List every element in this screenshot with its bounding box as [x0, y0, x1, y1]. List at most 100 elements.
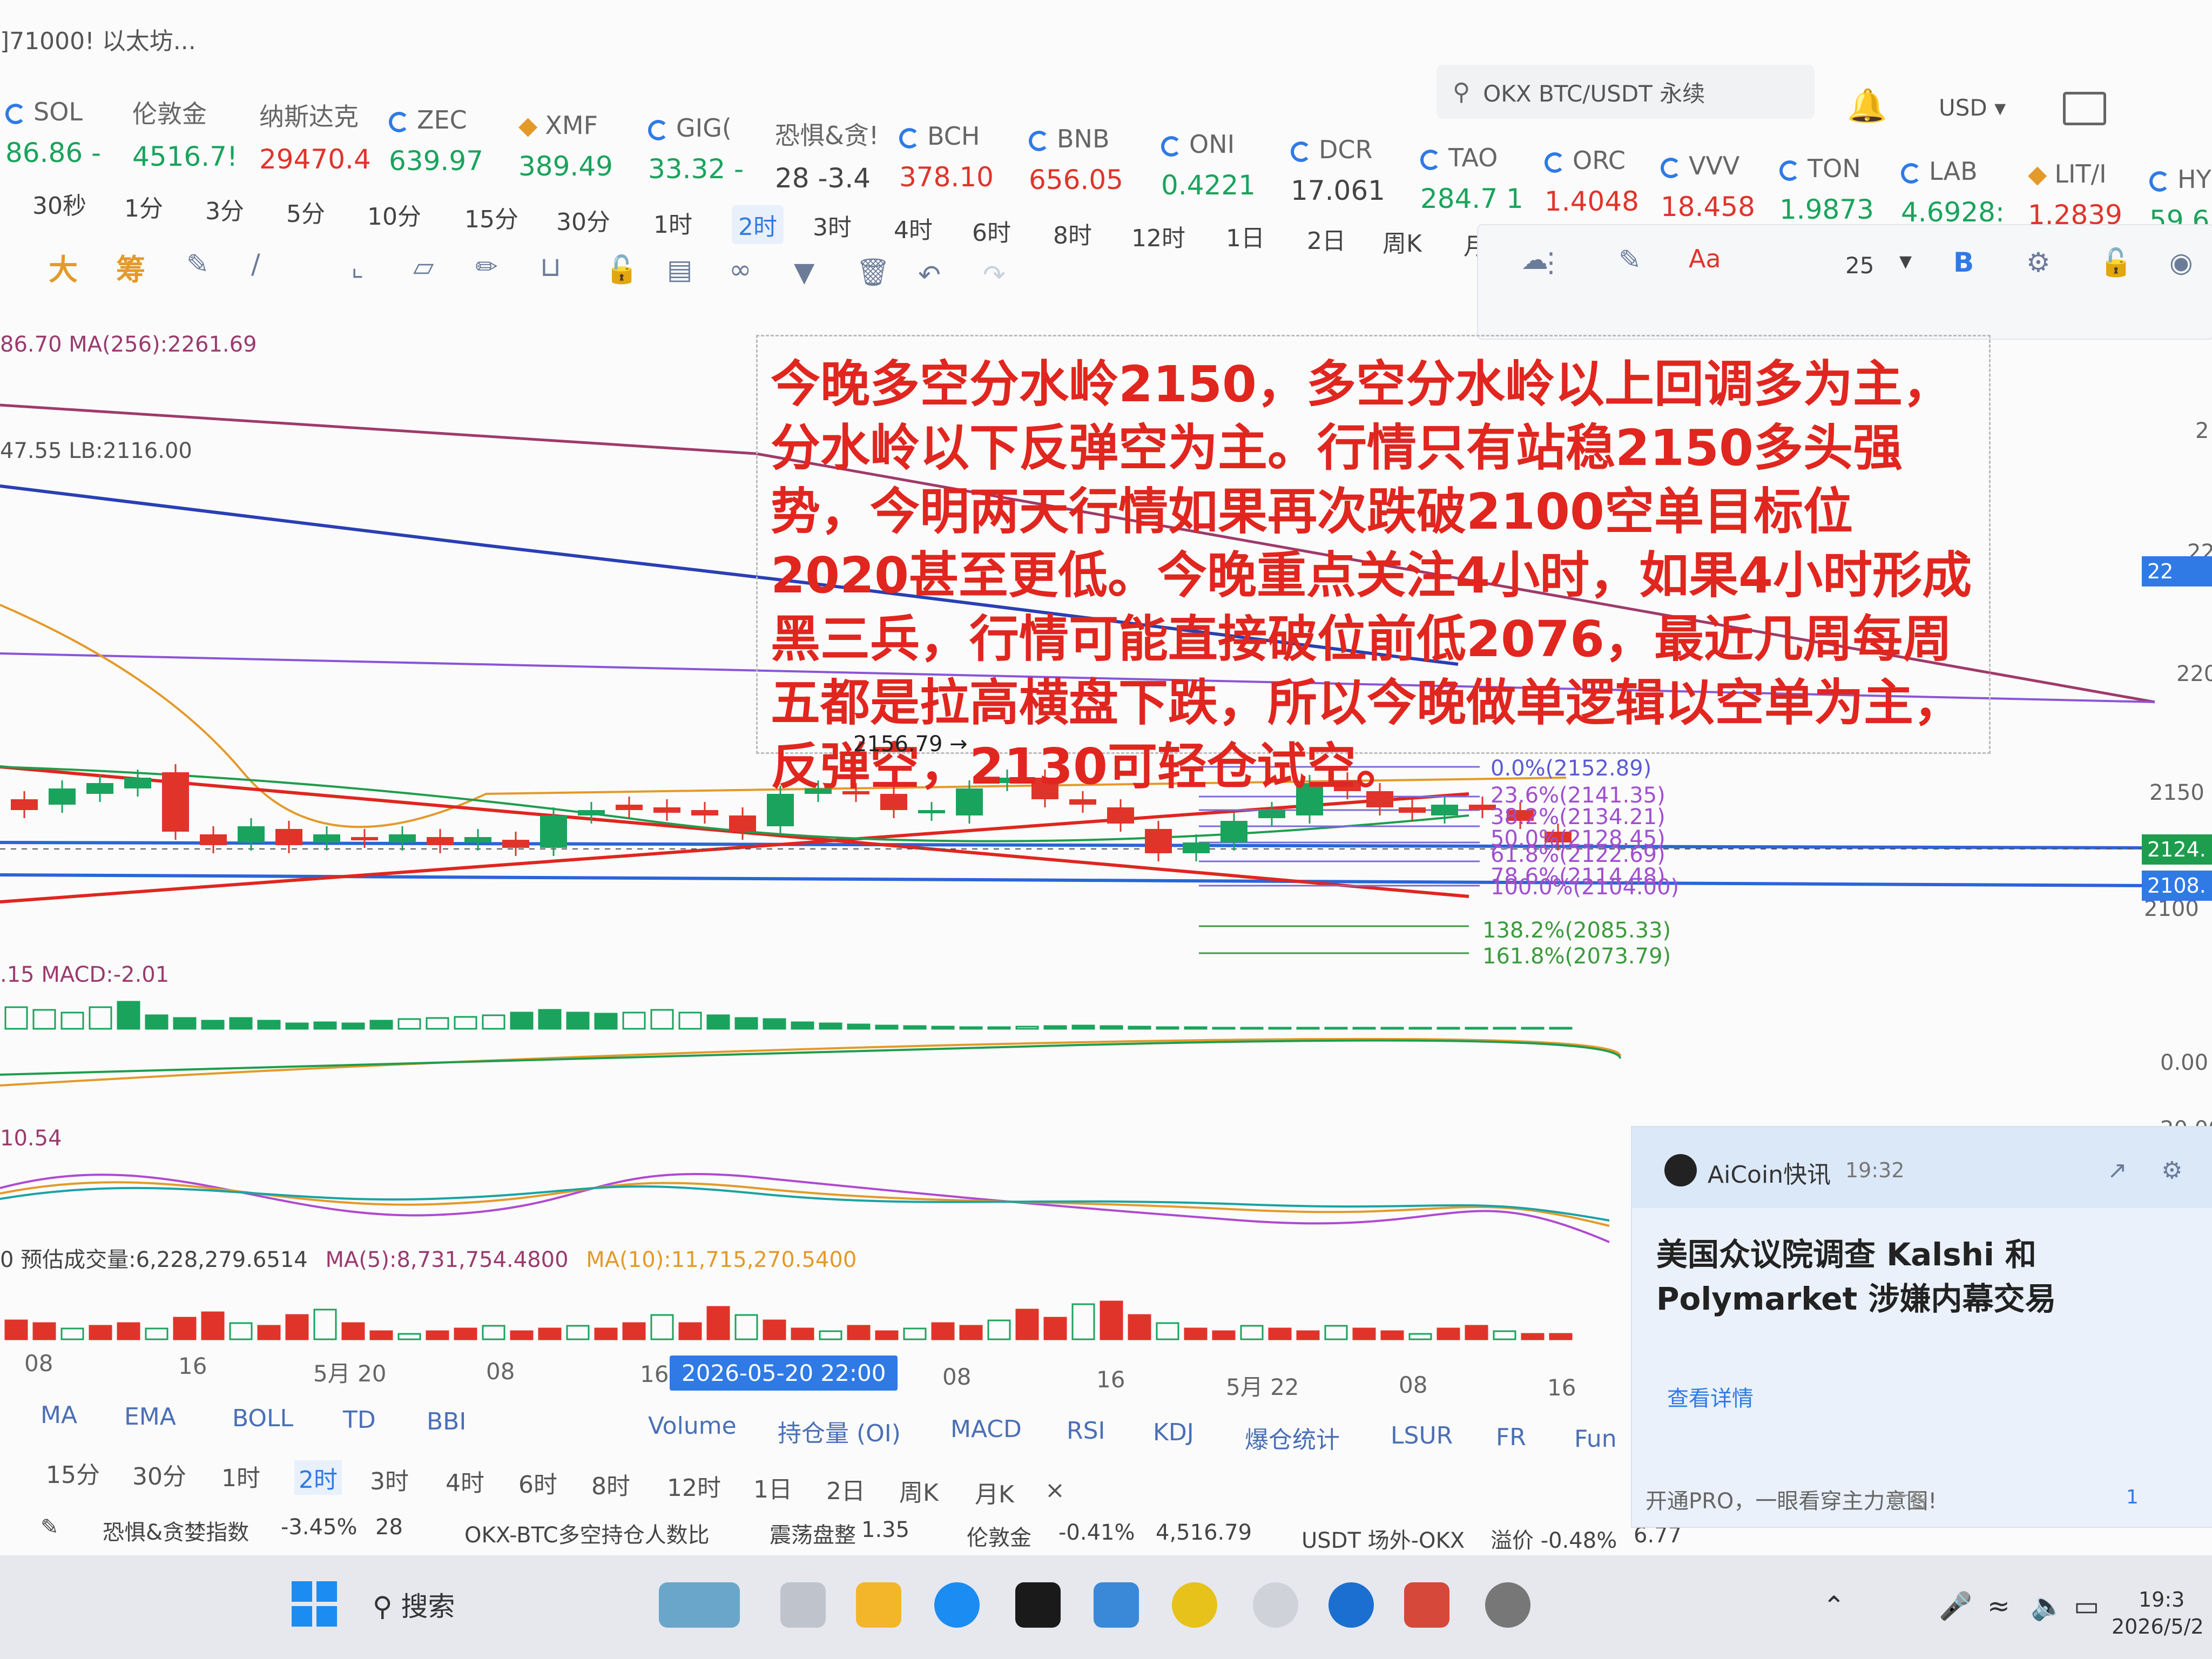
- settings-icon[interactable]: ⚙: [2026, 247, 2051, 278]
- bottom-timeframe[interactable]: 2日: [826, 1472, 865, 1506]
- trash-icon[interactable]: 🗑: [856, 257, 890, 288]
- bottom-timeframe[interactable]: 6时: [518, 1465, 557, 1500]
- sub-indicator-tab[interactable]: FR: [1496, 1424, 1526, 1451]
- photos-icon[interactable]: [1404, 1582, 1449, 1628]
- link-icon[interactable]: ∞: [729, 254, 752, 285]
- file-explorer-icon[interactable]: [856, 1582, 901, 1628]
- popup-pager[interactable]: 1: [2126, 1486, 2139, 1508]
- browser-icon[interactable]: [1328, 1582, 1374, 1628]
- bottom-timeframe[interactable]: 2时: [294, 1460, 342, 1495]
- chevron-up-icon[interactable]: ⌃: [1823, 1590, 1845, 1622]
- ticker-ton[interactable]: TON 1.9873: [1779, 154, 1874, 225]
- timeframe-4[interactable]: 10分: [367, 197, 421, 232]
- bottom-timeframe[interactable]: 8时: [591, 1467, 630, 1501]
- bottom-timeframe[interactable]: 月K: [975, 1475, 1014, 1509]
- main-indicator-tab[interactable]: TD: [343, 1406, 376, 1434]
- timeframe-2[interactable]: 3分: [205, 192, 244, 226]
- pencil-icon[interactable]: ✎: [41, 1515, 59, 1540]
- bold-button[interactable]: B: [1953, 247, 1974, 278]
- app-icon[interactable]: [780, 1582, 826, 1628]
- volume-icon[interactable]: 🔈: [2031, 1590, 2064, 1622]
- bottom-timeframe[interactable]: 1日: [753, 1470, 792, 1505]
- okx-app-icon[interactable]: [1015, 1582, 1061, 1628]
- timeframe-7[interactable]: 1时: [653, 205, 692, 240]
- bottom-timeframe[interactable]: ×: [1045, 1476, 1065, 1504]
- redo-icon[interactable]: ↷: [983, 259, 1006, 291]
- ticker-dcr[interactable]: DCR 17.061: [1291, 135, 1385, 206]
- bottom-timeframe[interactable]: 4时: [446, 1464, 484, 1498]
- taskbar-date[interactable]: 2026/5/2: [2112, 1615, 2204, 1638]
- layers-icon[interactable]: ▤: [667, 254, 692, 285]
- bottom-timeframe[interactable]: 12时: [667, 1468, 721, 1503]
- mail-icon[interactable]: [2063, 92, 2106, 125]
- notepad-icon[interactable]: [1094, 1582, 1139, 1628]
- ticker-vvv[interactable]: VVV 18.458: [1661, 151, 1755, 222]
- timeframe-3[interactable]: 5分: [286, 194, 325, 229]
- ticker-orc[interactable]: ORC 1.4048: [1545, 146, 1639, 217]
- unlock-icon[interactable]: 🔓: [2099, 247, 2133, 279]
- main-indicator-tab[interactable]: EMA: [124, 1403, 176, 1431]
- timeframe-11[interactable]: 6时: [972, 213, 1011, 248]
- music-app-icon[interactable]: [1172, 1582, 1217, 1628]
- edit-icon[interactable]: ✎: [186, 248, 209, 280]
- chips-button[interactable]: 筹: [116, 246, 145, 288]
- sub-indicator-tab[interactable]: LSUR: [1391, 1422, 1453, 1449]
- ticker-lab[interactable]: LAB 4.6928:: [1901, 157, 2005, 228]
- crop-icon[interactable]: ⌞: [351, 251, 363, 282]
- sub-indicator-tab[interactable]: 持仓量 (OI): [778, 1414, 901, 1448]
- analysis-annotation[interactable]: 今晚多空分水岭2150，多空分水岭以上回调多为主，分水岭以下反弹空为主。行情只有…: [756, 335, 1991, 795]
- battery-icon[interactable]: ▭: [2074, 1590, 2099, 1622]
- penguin-app-icon[interactable]: [1253, 1582, 1298, 1628]
- main-indicator-tab[interactable]: MA: [41, 1401, 77, 1429]
- brush-icon[interactable]: ✏: [475, 251, 498, 282]
- font-color-icon[interactable]: Aa: [1689, 244, 1721, 273]
- sub-indicator-tab[interactable]: Volume: [648, 1412, 737, 1440]
- big-button[interactable]: 大: [49, 246, 78, 288]
- font-size-select[interactable]: 25: [1845, 252, 1874, 279]
- taskbar-search[interactable]: ⚲ 搜索: [373, 1585, 455, 1624]
- eye-icon[interactable]: ◉: [2169, 247, 2193, 278]
- ticker-tao[interactable]: TAO 284.7 1: [1420, 143, 1523, 214]
- external-link-icon[interactable]: ↗: [2107, 1157, 2127, 1184]
- chevron-down-icon[interactable]: ▼: [1899, 252, 1912, 271]
- microphone-icon[interactable]: 🎤: [1939, 1590, 1972, 1622]
- bottom-timeframe[interactable]: 周K: [899, 1473, 939, 1508]
- ticker-item[interactable]: 恐惧&贪! 28 -3.4: [775, 116, 879, 194]
- timeframe-1[interactable]: 1分: [124, 189, 163, 224]
- bottom-timeframe[interactable]: 30分: [132, 1457, 186, 1492]
- timeframe-12[interactable]: 8时: [1053, 216, 1092, 251]
- ticker-zec[interactable]: ZEC 639.97: [389, 105, 483, 177]
- ticker-item[interactable]: 纳斯达克 29470.4: [259, 97, 371, 175]
- ticker-bnb[interactable]: BNB 656.05: [1029, 124, 1123, 195]
- pencil-icon[interactable]: ✎: [1618, 244, 1641, 275]
- timeframe-8[interactable]: 2时: [732, 205, 784, 244]
- sub-indicator-tab[interactable]: RSI: [1067, 1417, 1105, 1445]
- bottom-timeframe[interactable]: 3时: [370, 1462, 409, 1496]
- ruler-icon[interactable]: ▱: [413, 251, 434, 282]
- sub-indicator-tab[interactable]: 爆仓统计: [1245, 1420, 1340, 1455]
- ticker-bch[interactable]: BCH 378.10: [899, 122, 994, 193]
- filter-icon[interactable]: ▼: [794, 257, 814, 288]
- main-indicator-tab[interactable]: BOLL: [232, 1405, 293, 1432]
- view-details-link[interactable]: 查看详情: [1667, 1381, 1754, 1412]
- bottom-timeframe[interactable]: 1时: [221, 1459, 260, 1493]
- wifi-icon[interactable]: ≈: [1987, 1590, 2010, 1622]
- lock-icon[interactable]: 🔓: [605, 254, 638, 286]
- taskbar-time[interactable]: 19:3: [2139, 1588, 2184, 1611]
- news-popup[interactable]: AiCoin快讯 19:32 ↗ ⚙ 美国众议院调查 Kalshi 和 Poly…: [1631, 1126, 2212, 1528]
- timeframe-15[interactable]: 2日: [1307, 221, 1346, 256]
- timeframe-0[interactable]: 30秒: [32, 186, 86, 221]
- weather-widget-icon[interactable]: [659, 1582, 740, 1628]
- timeframe-5[interactable]: 15分: [464, 200, 518, 234]
- ticker-oni[interactable]: ONI 0.4221: [1161, 130, 1256, 201]
- magnet-icon[interactable]: ⊔: [540, 251, 561, 282]
- trendline-icon[interactable]: ∕: [251, 248, 260, 280]
- edge-browser-icon[interactable]: [934, 1582, 980, 1628]
- sub-indicator-tab[interactable]: KDJ: [1153, 1419, 1194, 1446]
- ticker-gig[interactable]: GIG(33.32 -: [648, 113, 744, 185]
- clock-app-icon[interactable]: [1485, 1582, 1530, 1628]
- currency-select[interactable]: USD ▾: [1939, 95, 2006, 121]
- ticker-xmf[interactable]: ◆ XMF 389.49: [518, 111, 613, 182]
- bottom-timeframe[interactable]: 15分: [46, 1455, 100, 1490]
- undo-icon[interactable]: ↶: [918, 259, 941, 291]
